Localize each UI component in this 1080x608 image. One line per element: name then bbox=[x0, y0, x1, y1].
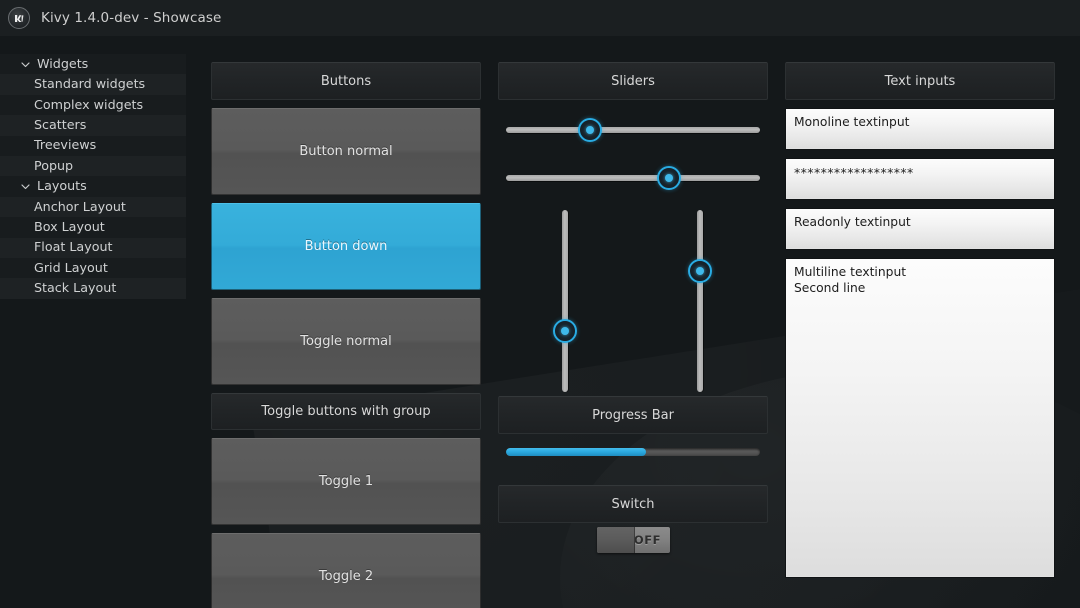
sidebar-item-standard-widgets[interactable]: Standard widgets bbox=[0, 74, 186, 95]
toggle-1-button[interactable]: Toggle 1 bbox=[211, 438, 481, 525]
progress-bar bbox=[506, 448, 760, 456]
sidebar-item-label: Complex widgets bbox=[34, 96, 144, 112]
sidebar-item-grid-layout[interactable]: Grid Layout bbox=[0, 257, 186, 279]
chevron-down-icon bbox=[21, 62, 30, 67]
sidebar-item-label: Stack Layout bbox=[34, 280, 117, 296]
multiline-textinput[interactable]: Multiline textinput Second line bbox=[785, 258, 1055, 578]
slider-track bbox=[506, 175, 760, 181]
window-title: Kivy 1.4.0-dev - Showcase bbox=[41, 10, 222, 26]
sidebar-item-popup[interactable]: Popup bbox=[0, 155, 186, 177]
slider-knob[interactable] bbox=[656, 166, 681, 190]
kivy-logo-icon bbox=[8, 7, 30, 29]
slider-track bbox=[697, 210, 703, 392]
sidebar-item-widgets[interactable]: Widgets bbox=[0, 54, 186, 75]
sidebar-item-label: Anchor Layout bbox=[34, 198, 126, 214]
toggle-group-header: Toggle buttons with group bbox=[211, 393, 481, 430]
monoline-textinput[interactable]: Monoline textinput bbox=[785, 108, 1055, 150]
toggle-2-button[interactable]: Toggle 2 bbox=[211, 533, 481, 608]
monoline-textinput-value: Monoline textinput bbox=[794, 115, 910, 129]
readonly-textinput[interactable]: Readonly textinput bbox=[785, 208, 1055, 250]
sidebar-item-label: Treeviews bbox=[34, 137, 97, 153]
sliders-panel-header: Sliders bbox=[498, 62, 768, 100]
sidebar-item-label: Box Layout bbox=[34, 218, 105, 234]
slider-knob[interactable] bbox=[553, 318, 577, 343]
sidebar-item-label: Scatters bbox=[34, 117, 87, 133]
sidebar-item-label: Layouts bbox=[37, 178, 87, 194]
buttons-panel-header: Buttons bbox=[211, 62, 481, 100]
chevron-down-icon bbox=[21, 184, 30, 190]
textinputs-panel: Text inputs Monoline textinput *********… bbox=[785, 62, 1055, 578]
sidebar-item-complex-widgets[interactable]: Complex widgets bbox=[0, 94, 186, 116]
sidebar-item-label: Widgets bbox=[37, 55, 89, 71]
switch-panel-header: Switch bbox=[498, 485, 768, 523]
slider-knob[interactable] bbox=[577, 118, 602, 142]
multiline-textinput-line-2: Second line bbox=[794, 280, 866, 295]
buttons-panel: Buttons Button normal Button down Toggle… bbox=[211, 62, 481, 608]
button-down[interactable]: Button down bbox=[211, 203, 481, 290]
multiline-textinput-line-1: Multiline textinput bbox=[794, 265, 907, 279]
switch-knob[interactable] bbox=[596, 527, 635, 553]
sliders-panel: Sliders Progress Bar Switch OFF bbox=[498, 62, 768, 557]
progressbar-panel-header: Progress Bar bbox=[498, 396, 768, 434]
sidebar-item-anchor-layout[interactable]: Anchor Layout bbox=[0, 196, 186, 218]
sidebar-item-treeviews[interactable]: Treeviews bbox=[0, 135, 186, 156]
title-bar: Kivy 1.4.0-dev - Showcase bbox=[0, 0, 1080, 36]
horizontal-slider-1[interactable] bbox=[498, 110, 768, 150]
button-normal[interactable]: Button normal bbox=[211, 108, 481, 195]
sidebar-item-box-layout[interactable]: Box Layout bbox=[0, 217, 186, 238]
switch-toggle[interactable]: OFF bbox=[596, 527, 670, 553]
sidebar-treeview: Widgets Standard widgets Complex widgets… bbox=[0, 54, 190, 299]
sidebar-item-label: Grid Layout bbox=[34, 259, 108, 275]
slider-track bbox=[506, 127, 760, 133]
progress-bar-fill bbox=[506, 448, 646, 456]
sidebar-item-label: Popup bbox=[34, 157, 74, 173]
password-textinput-value: ****************** bbox=[794, 165, 914, 180]
sidebar-item-label: Standard widgets bbox=[34, 76, 146, 92]
app-window: Kivy 1.4.0-dev - Showcase Widgets Standa… bbox=[0, 0, 1080, 608]
sidebar-item-layouts[interactable]: Layouts bbox=[0, 176, 186, 197]
slider-knob[interactable] bbox=[688, 259, 712, 284]
sidebar-item-label: Float Layout bbox=[34, 239, 113, 255]
slider-track bbox=[562, 210, 568, 392]
readonly-textinput-value: Readonly textinput bbox=[794, 215, 911, 229]
vertical-sliders-group bbox=[498, 206, 768, 396]
toggle-normal-button[interactable]: Toggle normal bbox=[211, 298, 481, 385]
switch-row: OFF bbox=[498, 523, 768, 557]
sidebar-item-stack-layout[interactable]: Stack Layout bbox=[0, 278, 186, 299]
horizontal-slider-2[interactable] bbox=[498, 158, 768, 198]
textinputs-panel-header: Text inputs bbox=[785, 62, 1055, 100]
sidebar-item-float-layout[interactable]: Float Layout bbox=[0, 237, 186, 258]
sidebar-item-scatters[interactable]: Scatters bbox=[0, 115, 186, 136]
password-textinput[interactable]: ****************** bbox=[785, 158, 1055, 200]
